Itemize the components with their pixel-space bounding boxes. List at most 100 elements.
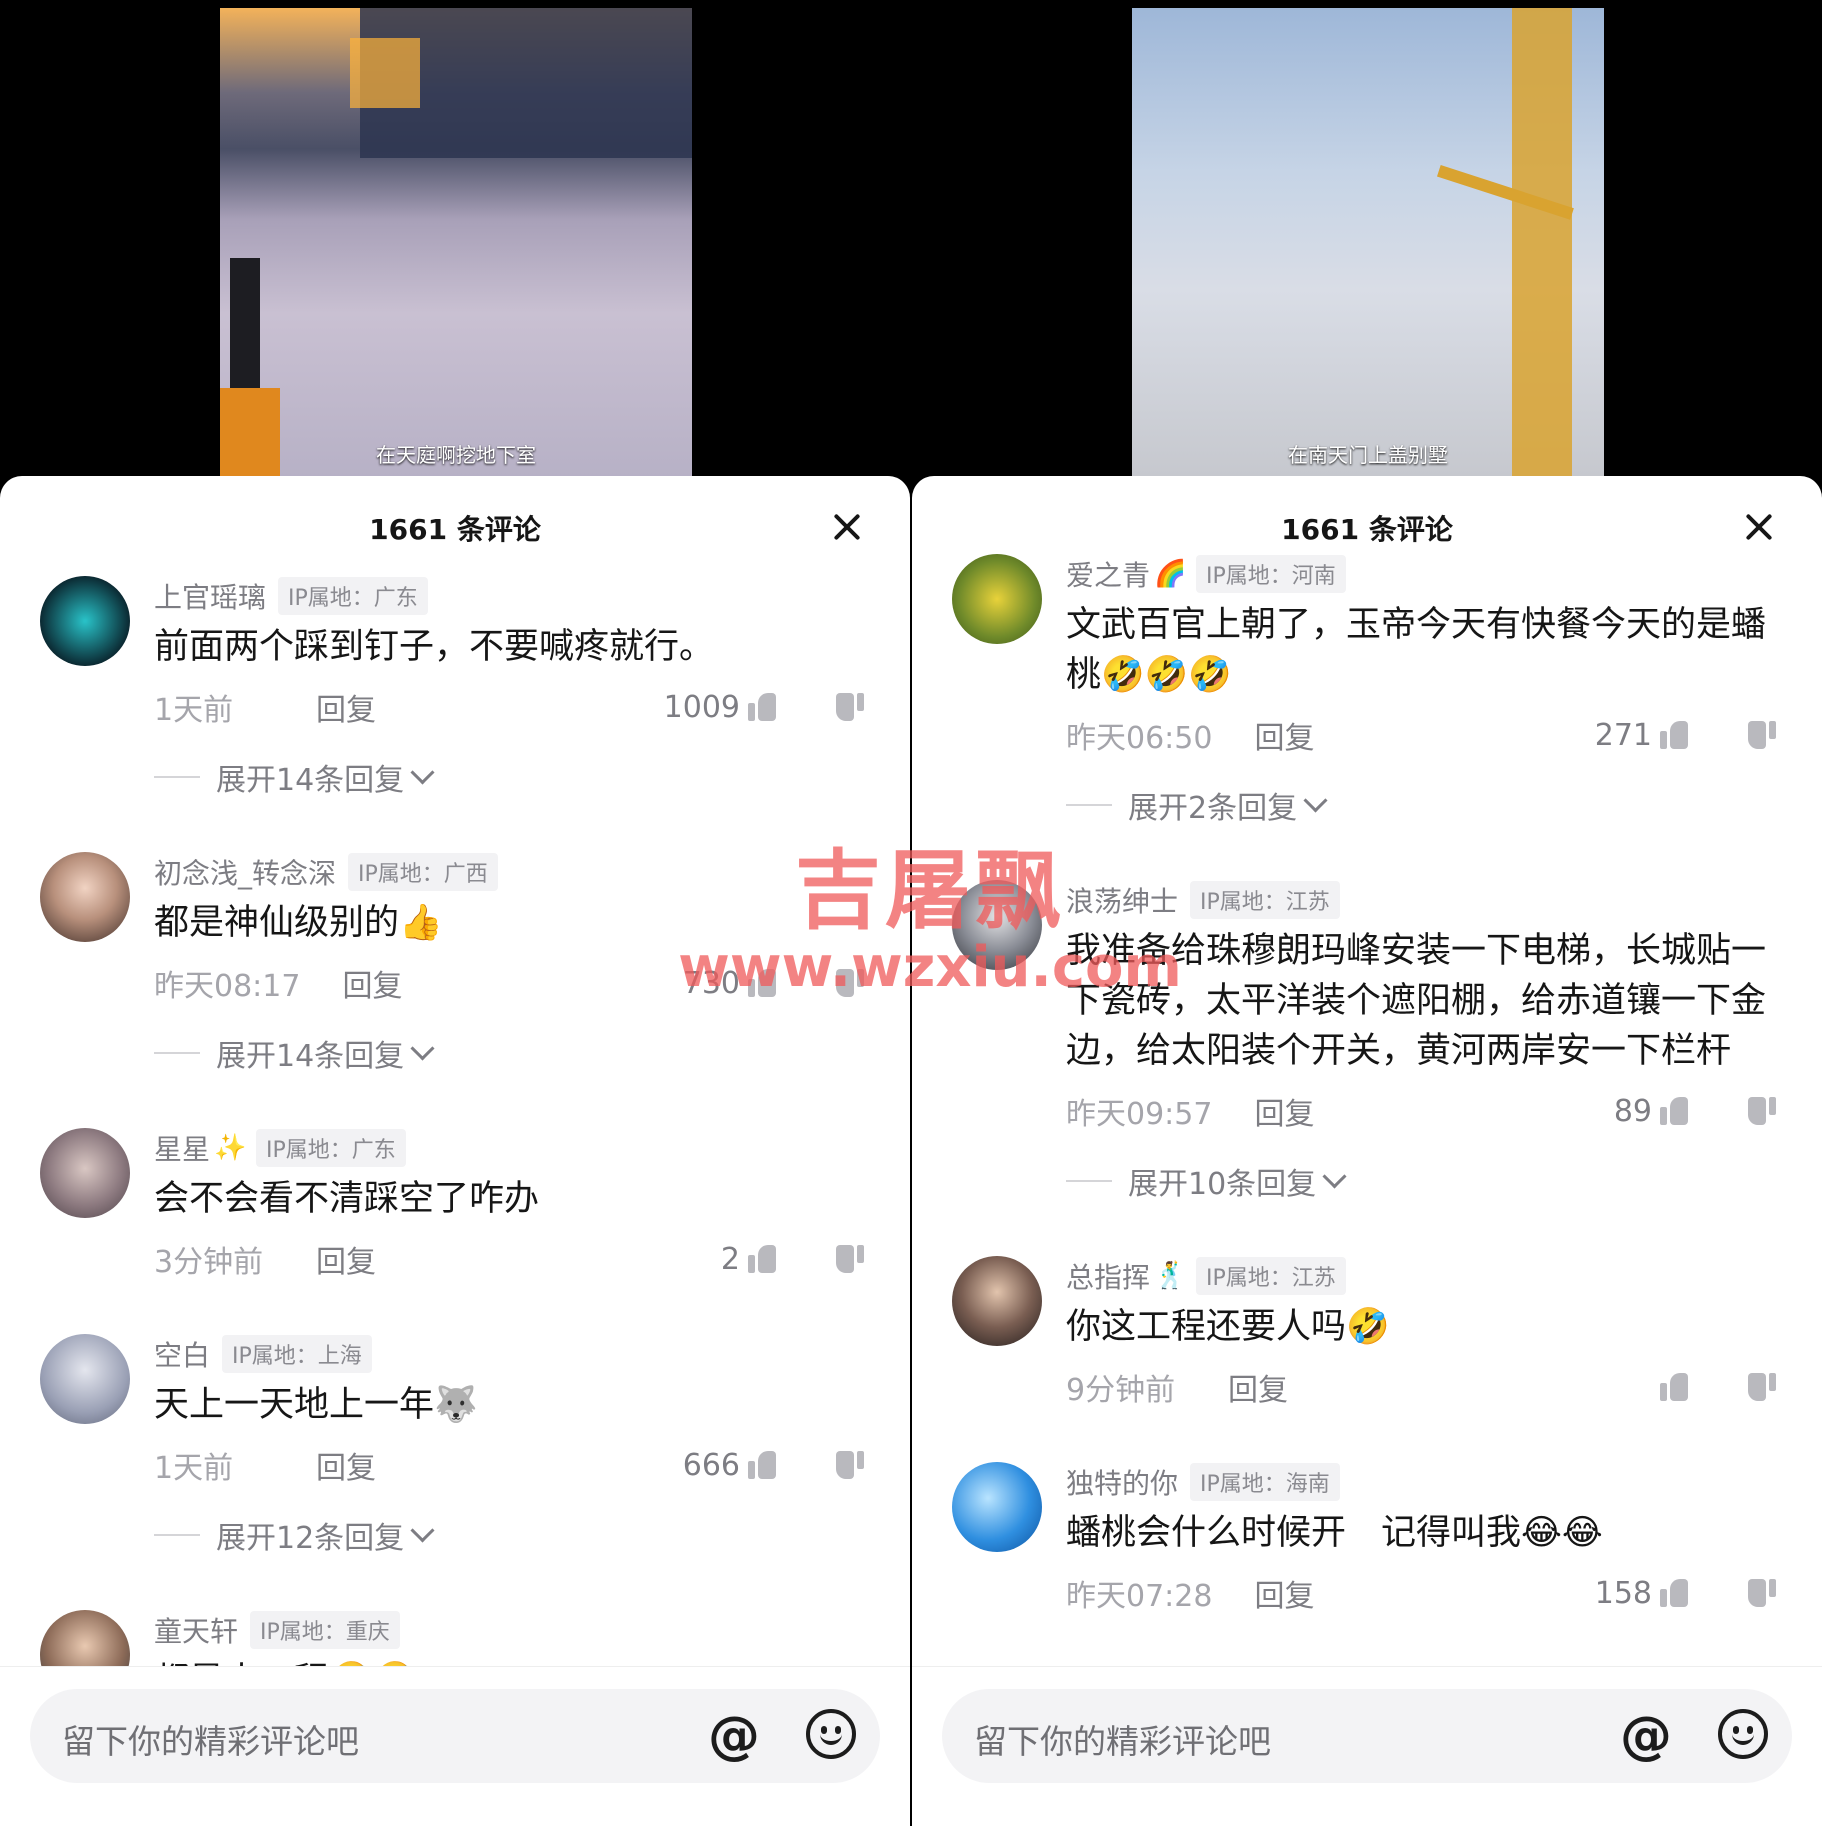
reply-button[interactable]: 回复 xyxy=(316,685,376,729)
comment-input-bar: 留下你的精彩评论吧 @ xyxy=(912,1666,1822,1826)
video-caption: 在南天门上盖别墅 xyxy=(1288,443,1448,467)
comment-list[interactable]: 爱之青 🌈 IP属地：河南 文武百官上朝了，玉帝今天有快餐今天的是蟠桃🤣🤣🤣 昨天0… xyxy=(912,554,1822,1644)
thumbs-down-icon[interactable] xyxy=(1748,1097,1776,1125)
comment-text[interactable]: 都是大工程🤣🤣 xyxy=(154,1656,870,1666)
like-button[interactable]: 158 xyxy=(1595,1576,1688,1611)
video-player[interactable]: 在南天门上盖别墅 xyxy=(1132,8,1604,478)
comment-time: 昨天09:57 xyxy=(1066,1097,1213,1132)
ip-location-badge: IP属地：广东 xyxy=(278,577,428,615)
like-button[interactable]: 2 xyxy=(721,1242,776,1277)
expand-replies-button[interactable]: 展开12条回复 xyxy=(154,1510,870,1560)
comment-username[interactable]: 上官瑶璃 xyxy=(154,576,266,616)
like-count: 730 xyxy=(682,965,740,1001)
like-button[interactable] xyxy=(1652,1373,1688,1401)
chevron-down-icon xyxy=(1303,787,1328,813)
comment-text[interactable]: 会不会看不清踩空了咋办 xyxy=(154,1174,870,1224)
comment-text[interactable]: 我准备给珠穆朗玛峰安装一下电梯，长城贴一下瓷砖，太平洋装个遮阳棚，给赤道镶一下金… xyxy=(1066,926,1782,1076)
thumbs-up-icon xyxy=(748,1451,776,1479)
ip-location-badge: IP属地：河南 xyxy=(1196,555,1346,593)
comment-username[interactable]: 初念浅_转念深 xyxy=(154,852,336,892)
rainbow-icon: 🌈 xyxy=(1154,559,1187,589)
emoji-icon[interactable] xyxy=(806,1709,856,1759)
comment-text[interactable]: 天上一天地上一年🐺 xyxy=(154,1380,870,1430)
expand-replies-button[interactable]: 展开2条回复 xyxy=(1066,780,1782,830)
avatar[interactable] xyxy=(952,554,1042,644)
comment-username[interactable]: 童天轩 xyxy=(154,1610,238,1650)
reply-button[interactable]: 回复 xyxy=(316,1237,376,1281)
comment-list[interactable]: 上官瑶璃 IP属地：广东 前面两个踩到钉子，不要喊疼就行。 1天前 回复 1009 展… xyxy=(0,576,910,1666)
reply-button[interactable]: 回复 xyxy=(1254,1571,1314,1615)
thumbs-down-icon[interactable] xyxy=(836,693,864,721)
comment-input[interactable]: 留下你的精彩评论吧 @ xyxy=(30,1689,880,1783)
chevron-down-icon xyxy=(410,1035,435,1061)
like-button[interactable]: 666 xyxy=(683,1448,776,1483)
thumbs-down-icon[interactable] xyxy=(1748,1373,1776,1401)
comment-text[interactable]: 前面两个踩到钉子，不要喊疼就行。 xyxy=(154,622,870,672)
thumbs-down-icon[interactable] xyxy=(1748,1579,1776,1607)
expand-replies-button[interactable]: 展开14条回复 xyxy=(154,752,870,802)
comment-time: 1天前 xyxy=(154,693,234,728)
comment-time: 昨天07:28 xyxy=(1066,1579,1213,1614)
avatar[interactable] xyxy=(952,880,1042,970)
like-button[interactable]: 1009 xyxy=(664,690,776,725)
thumbs-down-icon[interactable] xyxy=(836,1245,864,1273)
expand-replies-button[interactable]: 展开14条回复 xyxy=(154,1028,870,1078)
emoji-icon[interactable] xyxy=(1718,1709,1768,1759)
comment-text[interactable]: 都是神仙级别的👍 xyxy=(154,898,870,948)
chevron-down-icon xyxy=(410,759,435,785)
avatar[interactable] xyxy=(40,1610,130,1666)
comment-text[interactable]: 文武百官上朝了，玉帝今天有快餐今天的是蟠桃🤣🤣🤣 xyxy=(1066,600,1782,700)
dancer-icon: 🕺 xyxy=(1154,1261,1187,1291)
thumbs-down-icon[interactable] xyxy=(1748,721,1776,749)
chevron-down-icon xyxy=(1322,1163,1347,1189)
ip-location-badge: IP属地：海南 xyxy=(1190,1463,1340,1501)
avatar[interactable] xyxy=(952,1462,1042,1552)
thumbs-up-icon xyxy=(1660,1579,1688,1607)
ip-location-badge: IP属地：广东 xyxy=(256,1129,406,1167)
close-icon[interactable] xyxy=(1744,512,1774,542)
comment-sheet: 1661 条评论 上官瑶璃 IP属地：广东 前面两个踩到钉子，不要喊疼就行。 1天… xyxy=(0,476,910,1826)
divider-line xyxy=(1066,1180,1112,1182)
ip-location-badge: IP属地：广西 xyxy=(348,853,498,891)
comment-username[interactable]: 独特的你 xyxy=(1066,1462,1178,1502)
like-button[interactable]: 271 xyxy=(1595,718,1688,753)
video-player[interactable]: 在天庭啊挖地下室 xyxy=(220,8,692,478)
thumbs-down-icon[interactable] xyxy=(836,1451,864,1479)
like-button[interactable]: 89 xyxy=(1614,1094,1688,1129)
comment-username[interactable]: 爱之青 xyxy=(1066,554,1150,594)
comment-text[interactable]: 你这工程还要人吗🤣 xyxy=(1066,1302,1782,1352)
comment-text[interactable]: 蟠桃会什么时候开 记得叫我😂😂 xyxy=(1066,1508,1782,1558)
reply-button[interactable]: 回复 xyxy=(1254,713,1314,757)
at-mention-icon[interactable]: @ xyxy=(1620,1707,1672,1765)
divider-line xyxy=(154,1052,200,1054)
reply-button[interactable]: 回复 xyxy=(342,961,402,1005)
comment-username[interactable]: 星星 xyxy=(154,1128,210,1168)
comment-sheet: 1661 条评论 爱之青 🌈 IP属地：河南 文武百官上朝了，玉帝今天有快餐今天的是… xyxy=(912,476,1822,1826)
reply-button[interactable]: 回复 xyxy=(1228,1365,1288,1409)
like-button[interactable]: 730 xyxy=(683,966,776,1001)
close-icon[interactable] xyxy=(832,512,862,542)
comment-input-bar: 留下你的精彩评论吧 @ xyxy=(0,1666,910,1826)
expand-replies-label: 展开14条回复 xyxy=(216,1039,405,1074)
comment-time: 1天前 xyxy=(154,1451,234,1486)
comment-item: 上官瑶璃 IP属地：广东 前面两个踩到钉子，不要喊疼就行。 1天前 回复 1009 展… xyxy=(0,576,910,852)
right-panel: 在南天门上盖别墅 1661 条评论 爱之青 🌈 IP属地：河南 文武百官上朝了，玉帝… xyxy=(912,0,1822,1826)
avatar[interactable] xyxy=(40,852,130,942)
at-mention-icon[interactable]: @ xyxy=(708,1707,760,1765)
comment-username[interactable]: 浪荡绅士 xyxy=(1066,880,1178,920)
avatar[interactable] xyxy=(40,576,130,666)
expand-replies-button[interactable]: 展开10条回复 xyxy=(1066,1156,1782,1206)
avatar[interactable] xyxy=(40,1334,130,1424)
thumbs-down-icon[interactable] xyxy=(836,969,864,997)
avatar[interactable] xyxy=(40,1128,130,1218)
thumbs-up-icon xyxy=(1660,721,1688,749)
comment-input[interactable]: 留下你的精彩评论吧 @ xyxy=(942,1689,1792,1783)
avatar[interactable] xyxy=(952,1256,1042,1346)
comment-input-placeholder: 留下你的精彩评论吧 xyxy=(62,1722,359,1761)
comment-username[interactable]: 空白 xyxy=(154,1334,210,1374)
comment-item: 童天轩 IP属地：重庆 都是大工程🤣🤣 xyxy=(0,1610,910,1666)
reply-button[interactable]: 回复 xyxy=(1254,1089,1314,1133)
thumbs-up-icon xyxy=(1660,1373,1688,1401)
reply-button[interactable]: 回复 xyxy=(316,1443,376,1487)
comment-username[interactable]: 总指挥 xyxy=(1066,1256,1150,1296)
